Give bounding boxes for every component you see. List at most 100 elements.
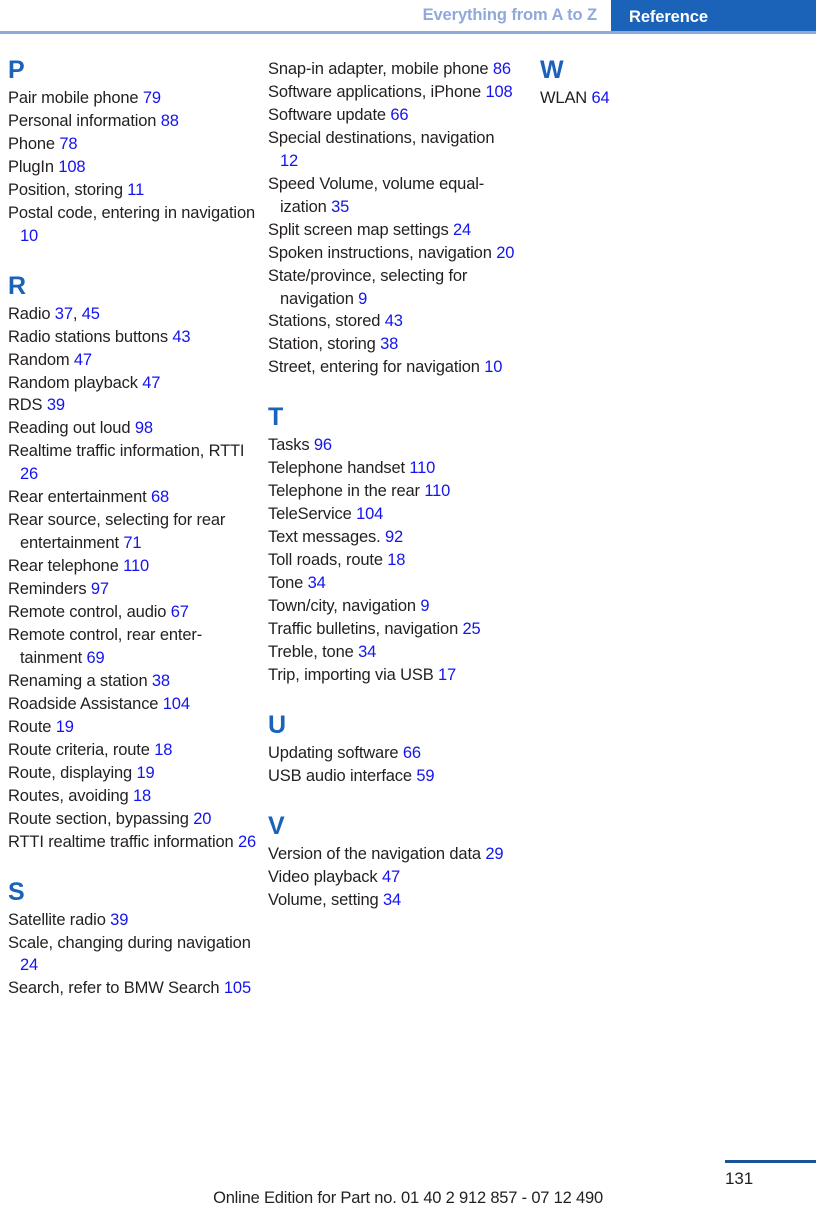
index-page-link[interactable]: 66	[390, 106, 408, 124]
index-page-link[interactable]: 34	[358, 643, 376, 661]
index-page-link[interactable]: 39	[110, 911, 128, 929]
index-page-link[interactable]: 43	[172, 328, 190, 346]
index-entry-label: RDS	[8, 396, 47, 415]
index-entry: Postal code, entering in navi­gation 10	[8, 202, 256, 248]
index-page-link[interactable]: 59	[416, 767, 434, 785]
footer-rule	[725, 1160, 816, 1163]
index-entry: Radio 37, 45	[8, 303, 256, 326]
index-page-link[interactable]: 12	[280, 152, 298, 170]
index-page-link[interactable]: 9	[358, 290, 367, 308]
index-page-link[interactable]: 38	[380, 335, 398, 353]
index-entry: PlugIn 108	[8, 156, 256, 179]
index-page-link[interactable]: 19	[136, 764, 154, 782]
index-page-link[interactable]: 104	[356, 505, 383, 523]
index-page-link[interactable]: 18	[154, 741, 172, 759]
index-entry: Route section, bypassing 20	[8, 808, 256, 831]
index-page-link[interactable]: 78	[59, 135, 77, 153]
index-page-link[interactable]: 43	[385, 312, 403, 330]
index-page-link[interactable]: 20	[193, 810, 211, 828]
index-page-link[interactable]: 98	[135, 419, 153, 437]
index-entry-label: Video playback	[268, 867, 382, 886]
index-entry-list: Radio 37, 45 Radio stations buttons 43 Ran…	[8, 303, 256, 854]
index-page-link[interactable]: 110	[123, 557, 149, 575]
index-page-link[interactable]: 108	[485, 83, 512, 101]
index-page-link[interactable]: 108	[58, 158, 85, 176]
index-entry-label: Street, entering for naviga­tion	[268, 358, 485, 377]
index-entry-label: Special destinations, naviga­tion	[268, 128, 495, 147]
index-entry-label: Remote control, rear enter­tainment	[8, 626, 203, 667]
index-entry: Rear telephone 110	[8, 555, 256, 578]
index-entry: Telephone in the rear 110	[268, 480, 516, 503]
index-page-link[interactable]: 9	[420, 597, 429, 615]
index-letter-heading: V	[268, 811, 285, 840]
index-entry: Random playback 47	[8, 372, 256, 395]
index-page-link[interactable]: 38	[152, 672, 170, 690]
index-page-link[interactable]: 20	[496, 244, 514, 262]
index-entry-label: Software applications, iPhone	[268, 82, 486, 101]
index-page-link[interactable]: 67	[171, 603, 189, 621]
index-page-link[interactable]: 29	[485, 845, 503, 863]
index-page-link[interactable]: 25	[463, 620, 481, 638]
index-page-link[interactable]: 88	[161, 112, 179, 130]
index-entry-label: Rear source, selecting for rear entertai…	[8, 511, 226, 553]
index-page-link[interactable]: 10	[20, 227, 38, 245]
index-entry-label: Routes, avoiding	[8, 786, 133, 805]
index-page-link[interactable]: 18	[133, 787, 151, 805]
index-entry-label: Treble, tone	[268, 642, 359, 661]
index-page-link[interactable]: 11	[127, 181, 144, 199]
index-entry-label: WLAN	[540, 89, 592, 107]
index-page-link[interactable]: 47	[74, 351, 92, 369]
index-page-link[interactable]: 45	[82, 305, 100, 323]
index-entry: Route criteria, route 18	[8, 739, 256, 762]
index-entry-label: Route criteria, route	[8, 740, 155, 759]
index-page-link[interactable]: 79	[143, 89, 161, 107]
index-page-link[interactable]: 92	[385, 528, 403, 546]
index-page-link[interactable]: 86	[493, 60, 511, 78]
index-entry-label: Reminders	[8, 580, 91, 599]
index-page-link[interactable]: 66	[403, 744, 421, 762]
index-page-link[interactable]: 37	[55, 305, 73, 323]
index-page-link[interactable]: 69	[87, 649, 105, 667]
index-entry: Personal information 88	[8, 110, 256, 133]
index-page-link[interactable]: 96	[314, 436, 332, 454]
index-page-link[interactable]: 19	[56, 718, 74, 736]
index-page-link[interactable]: 47	[382, 868, 400, 886]
index-page-link[interactable]: 104	[163, 695, 190, 713]
index-page-link[interactable]: 35	[331, 198, 349, 216]
index-page-link[interactable]: 18	[387, 551, 405, 569]
index-page-link[interactable]: 26	[20, 465, 38, 483]
index-page-link[interactable]: 39	[47, 396, 65, 414]
index-entry-label: Station, storing	[268, 335, 381, 354]
index-entry: Pair mobile phone 79	[8, 87, 256, 110]
index-page-link[interactable]: 10	[484, 358, 502, 376]
index-page-link[interactable]: 110	[424, 482, 450, 500]
index-entry: Route 19	[8, 716, 256, 739]
index-entry-label: Postal code, entering in navi­gation	[8, 203, 256, 222]
index-page-link[interactable]: 71	[123, 534, 141, 552]
index-page-link[interactable]: 47	[142, 374, 160, 392]
index-page-link[interactable]: 34	[308, 574, 326, 592]
index-entry: USB audio interface 59	[268, 765, 516, 788]
index-entry: Reading out loud 98	[8, 417, 256, 440]
index-entry: Tone 34	[268, 572, 516, 595]
index-entry-list: Version of the navigation data 29 Video p…	[268, 843, 516, 912]
index-entry-label: Remote control, audio	[8, 603, 171, 622]
index-page-link[interactable]: 24	[453, 221, 471, 239]
page-number: 131	[725, 1169, 754, 1188]
index-page-link[interactable]: 68	[151, 488, 169, 506]
index-letter-heading: W	[540, 56, 564, 84]
index-page-link[interactable]: 64	[592, 89, 610, 107]
index-entry: Radio stations buttons 43	[8, 326, 256, 349]
index-page-link[interactable]: 17	[438, 666, 456, 684]
index-page-link[interactable]: 110	[409, 459, 435, 477]
index-entry: Traffic bulletins, navigation 25	[268, 618, 516, 641]
index-page-link[interactable]: 24	[20, 956, 38, 974]
index-page-link[interactable]: 26	[238, 833, 256, 851]
index-entry: Video playback 47	[268, 866, 516, 889]
index-page-link[interactable]: 105	[224, 979, 251, 997]
index-page-link[interactable]: 34	[383, 891, 401, 909]
index-page-link[interactable]: 97	[91, 580, 109, 598]
index-entry: Telephone handset 110	[268, 457, 516, 480]
index-entry: Tasks 96	[268, 434, 516, 457]
index-entry: Stations, stored 43	[268, 310, 516, 333]
